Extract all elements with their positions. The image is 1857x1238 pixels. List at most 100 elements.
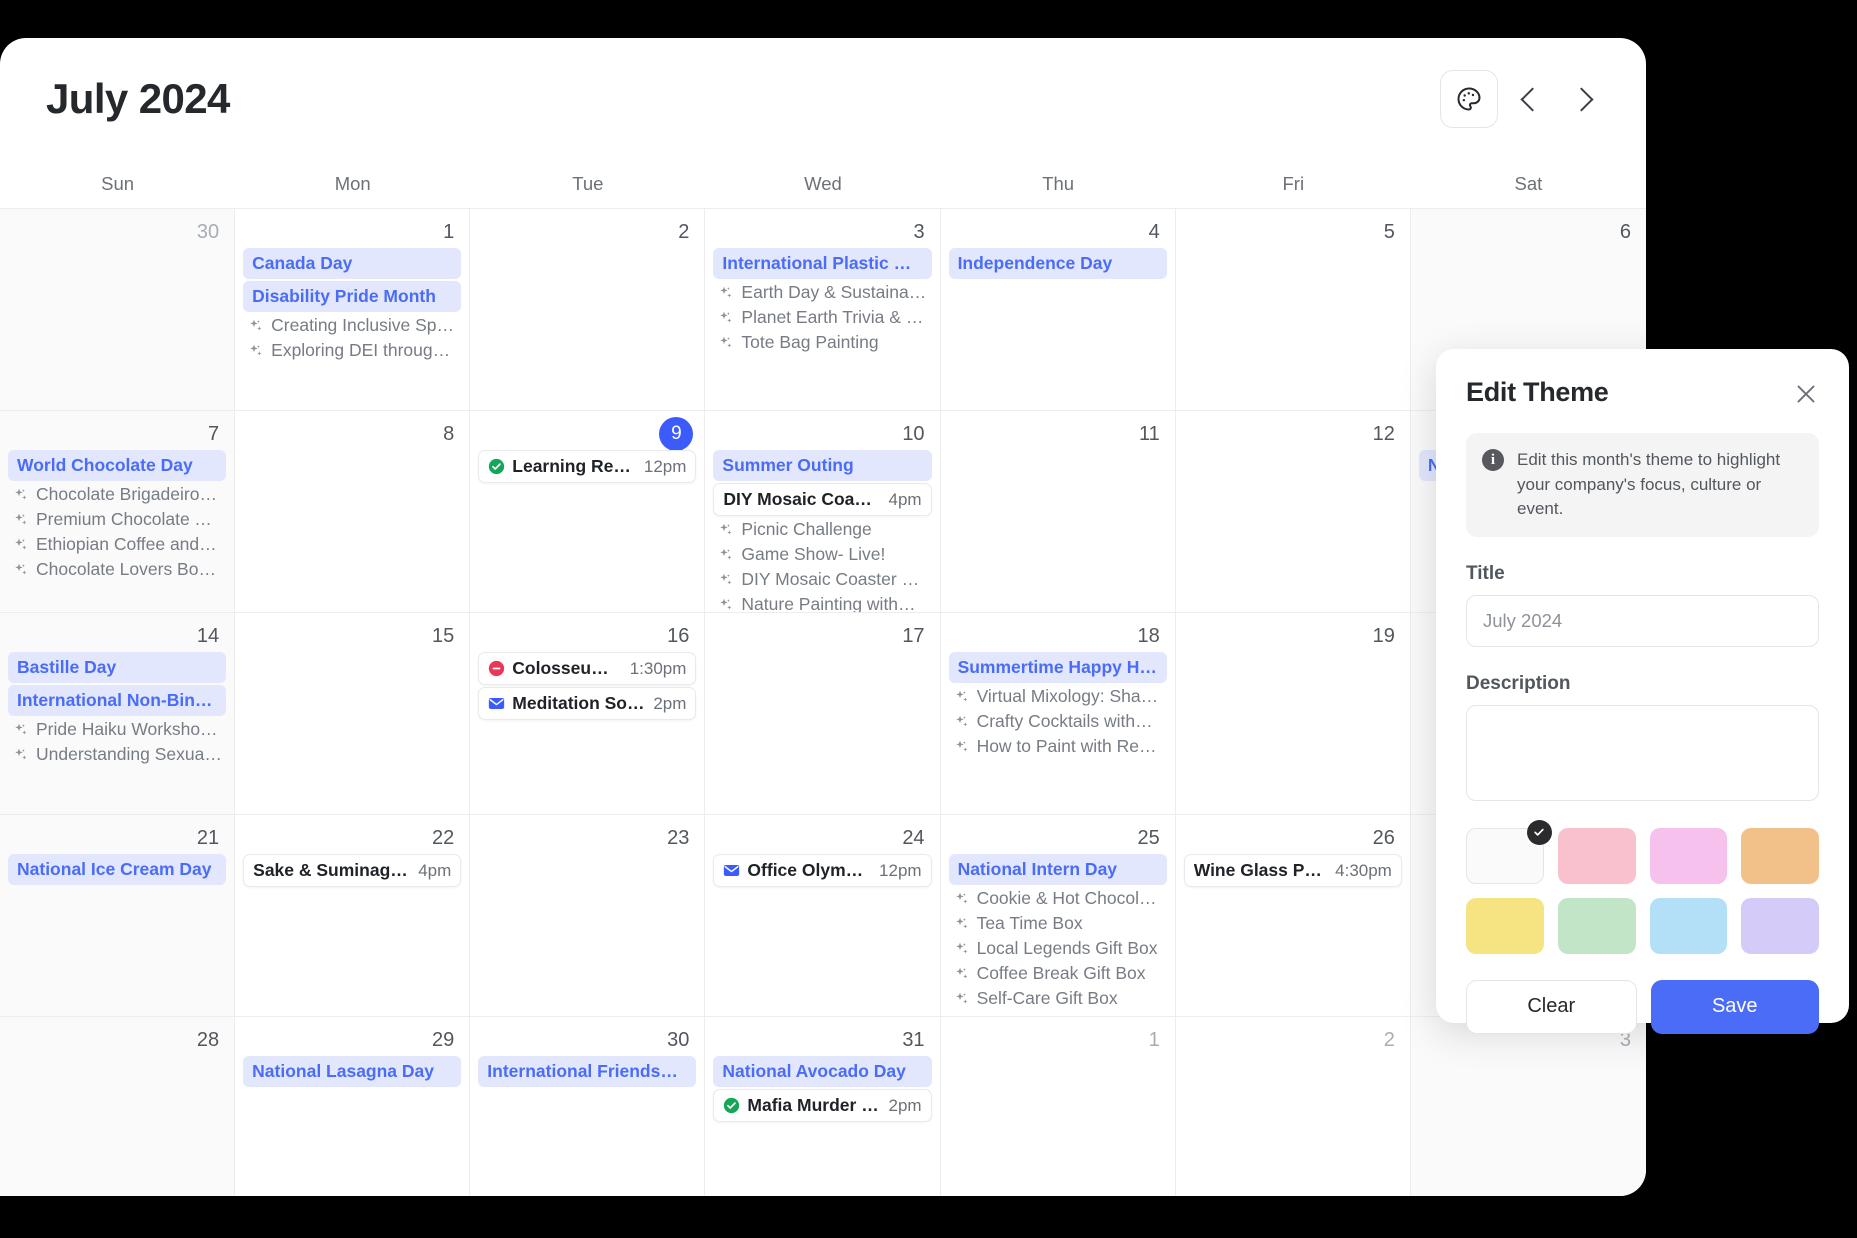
suggested-activity[interactable]: Chocolate Lovers Box… <box>8 558 226 581</box>
day-cell[interactable]: 23 <box>470 815 706 1016</box>
day-cell[interactable]: 31 National Avocado Day Mafia Murder My… 2p… <box>705 1017 941 1196</box>
color-swatch-blue[interactable] <box>1649 897 1728 954</box>
scheduled-event[interactable]: Meditation Soun… 2pm <box>478 687 697 720</box>
suggested-activity[interactable]: Earth Day & Sustainab… <box>713 281 931 304</box>
theme-description-input[interactable] <box>1466 704 1819 801</box>
color-swatch-pink[interactable] <box>1557 827 1636 884</box>
suggested-activity[interactable]: Tea Time Box <box>949 912 1167 935</box>
palette-icon <box>1457 87 1481 111</box>
holiday-event[interactable]: Summer Outing <box>713 450 932 481</box>
holiday-event[interactable]: Summertime Happy Hour <box>948 652 1167 683</box>
day-cell[interactable]: 1 <box>941 1017 1176 1196</box>
suggested-activity[interactable]: DIY Mosaic Coaster W… <box>713 568 931 591</box>
holiday-event[interactable]: National Intern Day <box>948 854 1167 885</box>
suggested-activity[interactable]: Exploring DEI through… <box>243 339 461 362</box>
next-month-button[interactable] <box>1562 73 1606 125</box>
holiday-event[interactable]: National Avocado Day <box>713 1056 932 1087</box>
suggested-activity[interactable]: Understanding Sexual… <box>8 743 226 766</box>
holiday-event[interactable]: Disability Pride Month <box>243 281 462 312</box>
holiday-event[interactable]: National Lasagna Day <box>243 1056 462 1087</box>
suggested-activity[interactable]: Pride Haiku Workshop… <box>8 718 226 741</box>
day-cell[interactable]: 16 Colosseum &… 1:30pm Meditation Soun… 2pm <box>470 613 706 814</box>
suggested-activity[interactable]: Virtual Mixology: Shak… <box>949 685 1167 708</box>
day-cell[interactable]: 2 <box>470 209 706 410</box>
suggested-activity[interactable]: Ethiopian Coffee and… <box>8 533 226 556</box>
day-cell[interactable]: 9 Learning Resilie… 12pm <box>470 411 706 612</box>
holiday-event[interactable]: Canada Day <box>243 248 462 279</box>
day-cell[interactable]: 14 Bastille Day International Non-Binary… P… <box>0 613 236 814</box>
suggested-activity[interactable]: Coffee Break Gift Box <box>949 962 1167 985</box>
scheduled-event[interactable]: Colosseum &… 1:30pm <box>478 652 697 685</box>
suggested-activity[interactable]: Picnic Challenge <box>713 518 931 541</box>
holiday-event[interactable]: National Ice Cream Day <box>8 854 227 885</box>
day-cell[interactable]: 4 Independence Day <box>941 209 1176 410</box>
holiday-event[interactable]: Independence Day <box>948 248 1167 279</box>
suggested-activity[interactable]: Tote Bag Painting <box>713 331 931 354</box>
suggested-activity[interactable]: Chocolate Brigadeiros… <box>8 483 226 506</box>
event-time: 4:30pm <box>1335 860 1392 880</box>
color-swatch-orange[interactable] <box>1741 827 1819 884</box>
day-cell[interactable]: 8 <box>235 411 471 612</box>
edit-theme-button[interactable] <box>1440 70 1498 128</box>
day-number: 7 <box>208 423 220 445</box>
color-swatch-magenta[interactable] <box>1649 827 1728 884</box>
sparkle-icon <box>955 740 967 752</box>
scheduled-event[interactable]: Wine Glass Paint… 4:30pm <box>1183 854 1402 887</box>
holiday-event[interactable]: International Plastic Bag… <box>713 248 932 279</box>
day-cell[interactable]: 30 <box>0 209 236 410</box>
day-cell[interactable]: 7 World Chocolate Day Chocolate Brigadeiro… <box>0 411 236 612</box>
day-cell[interactable]: 30 International Friendship… <box>470 1017 706 1196</box>
day-cell[interactable]: 1 Canada Day Disability Pride Month Creatin… <box>235 209 471 410</box>
day-cell[interactable]: 21 National Ice Cream Day <box>0 815 236 1016</box>
theme-title-input[interactable] <box>1466 594 1819 647</box>
scheduled-event[interactable]: Learning Resilie… 12pm <box>478 450 697 483</box>
suggested-activity[interactable]: Local Legends Gift Box <box>949 937 1167 960</box>
holiday-event[interactable]: International Friendship… <box>478 1056 697 1087</box>
day-cell[interactable]: 28 <box>0 1017 236 1196</box>
color-swatch-green[interactable] <box>1557 897 1636 954</box>
suggested-activity[interactable]: Premium Chocolate T… <box>8 508 226 531</box>
suggested-activity[interactable]: Planet Earth Trivia & G… <box>713 306 931 329</box>
day-cell[interactable]: 3 <box>1410 1017 1646 1196</box>
previous-month-button[interactable] <box>1508 73 1552 125</box>
scheduled-event[interactable]: Office Olympics… 12pm <box>713 854 932 887</box>
holiday-event[interactable]: Bastille Day <box>8 652 227 683</box>
day-cell[interactable]: 15 <box>235 613 471 814</box>
close-icon[interactable] <box>1793 381 1819 407</box>
suggested-activity[interactable]: Game Show- Live! <box>713 543 931 566</box>
event-list: National Ice Cream Day <box>8 854 227 885</box>
day-cell[interactable]: 5 <box>1176 209 1411 410</box>
scheduled-event[interactable]: DIY Mosaic Coaster… 4pm <box>713 483 932 516</box>
scheduled-event[interactable]: Sake & Suminagashi… 4pm <box>243 854 462 887</box>
save-button[interactable]: Save <box>1650 979 1819 1034</box>
holiday-event[interactable]: World Chocolate Day <box>8 450 227 481</box>
suggested-activity[interactable]: How to Paint with Red… <box>949 735 1167 758</box>
holiday-event[interactable]: International Non-Binary… <box>8 685 227 716</box>
day-cell[interactable]: 22 Sake & Suminagashi… 4pm <box>235 815 471 1016</box>
day-cell[interactable]: 11 <box>941 411 1176 612</box>
color-swatch-yellow[interactable] <box>1466 897 1544 954</box>
day-cell[interactable]: 25 National Intern Day Cookie & Hot Chocol… <box>941 815 1176 1016</box>
day-number: 3 <box>913 221 925 243</box>
day-cell[interactable]: 18 Summertime Happy Hour Virtual Mixology:… <box>941 613 1176 814</box>
day-cell[interactable]: 17 <box>705 613 941 814</box>
suggested-activity[interactable]: Crafty Cocktails with… <box>949 710 1167 733</box>
clear-button[interactable]: Clear <box>1466 979 1637 1034</box>
day-number: 11 <box>1138 423 1160 445</box>
suggested-activity[interactable]: Nature Painting with… <box>713 593 931 612</box>
day-cell[interactable]: 12 <box>1176 411 1411 612</box>
day-cell[interactable]: 2 <box>1176 1017 1411 1196</box>
day-cell[interactable]: 26 Wine Glass Paint… 4:30pm <box>1176 815 1411 1016</box>
chevron-right-icon <box>1569 86 1594 112</box>
day-cell[interactable]: 3 International Plastic Bag… Earth Day & S… <box>705 209 941 410</box>
color-swatch-white[interactable] <box>1466 819 1552 884</box>
day-cell[interactable]: 24 Office Olympics… 12pm <box>705 815 941 1016</box>
color-swatch-purple[interactable] <box>1741 897 1819 954</box>
scheduled-event[interactable]: Mafia Murder My… 2pm <box>713 1089 932 1122</box>
suggested-activity[interactable]: Cookie & Hot Chocola… <box>949 887 1167 910</box>
day-cell[interactable]: 19 <box>1176 613 1411 814</box>
suggested-activity[interactable]: Self-Care Gift Box <box>949 987 1167 1010</box>
day-cell[interactable]: 10 Summer Outing DIY Mosaic Coaster… 4pm Pic… <box>705 411 941 612</box>
day-cell[interactable]: 29 National Lasagna Day <box>235 1017 471 1196</box>
suggested-activity[interactable]: Creating Inclusive Spa… <box>243 314 461 337</box>
